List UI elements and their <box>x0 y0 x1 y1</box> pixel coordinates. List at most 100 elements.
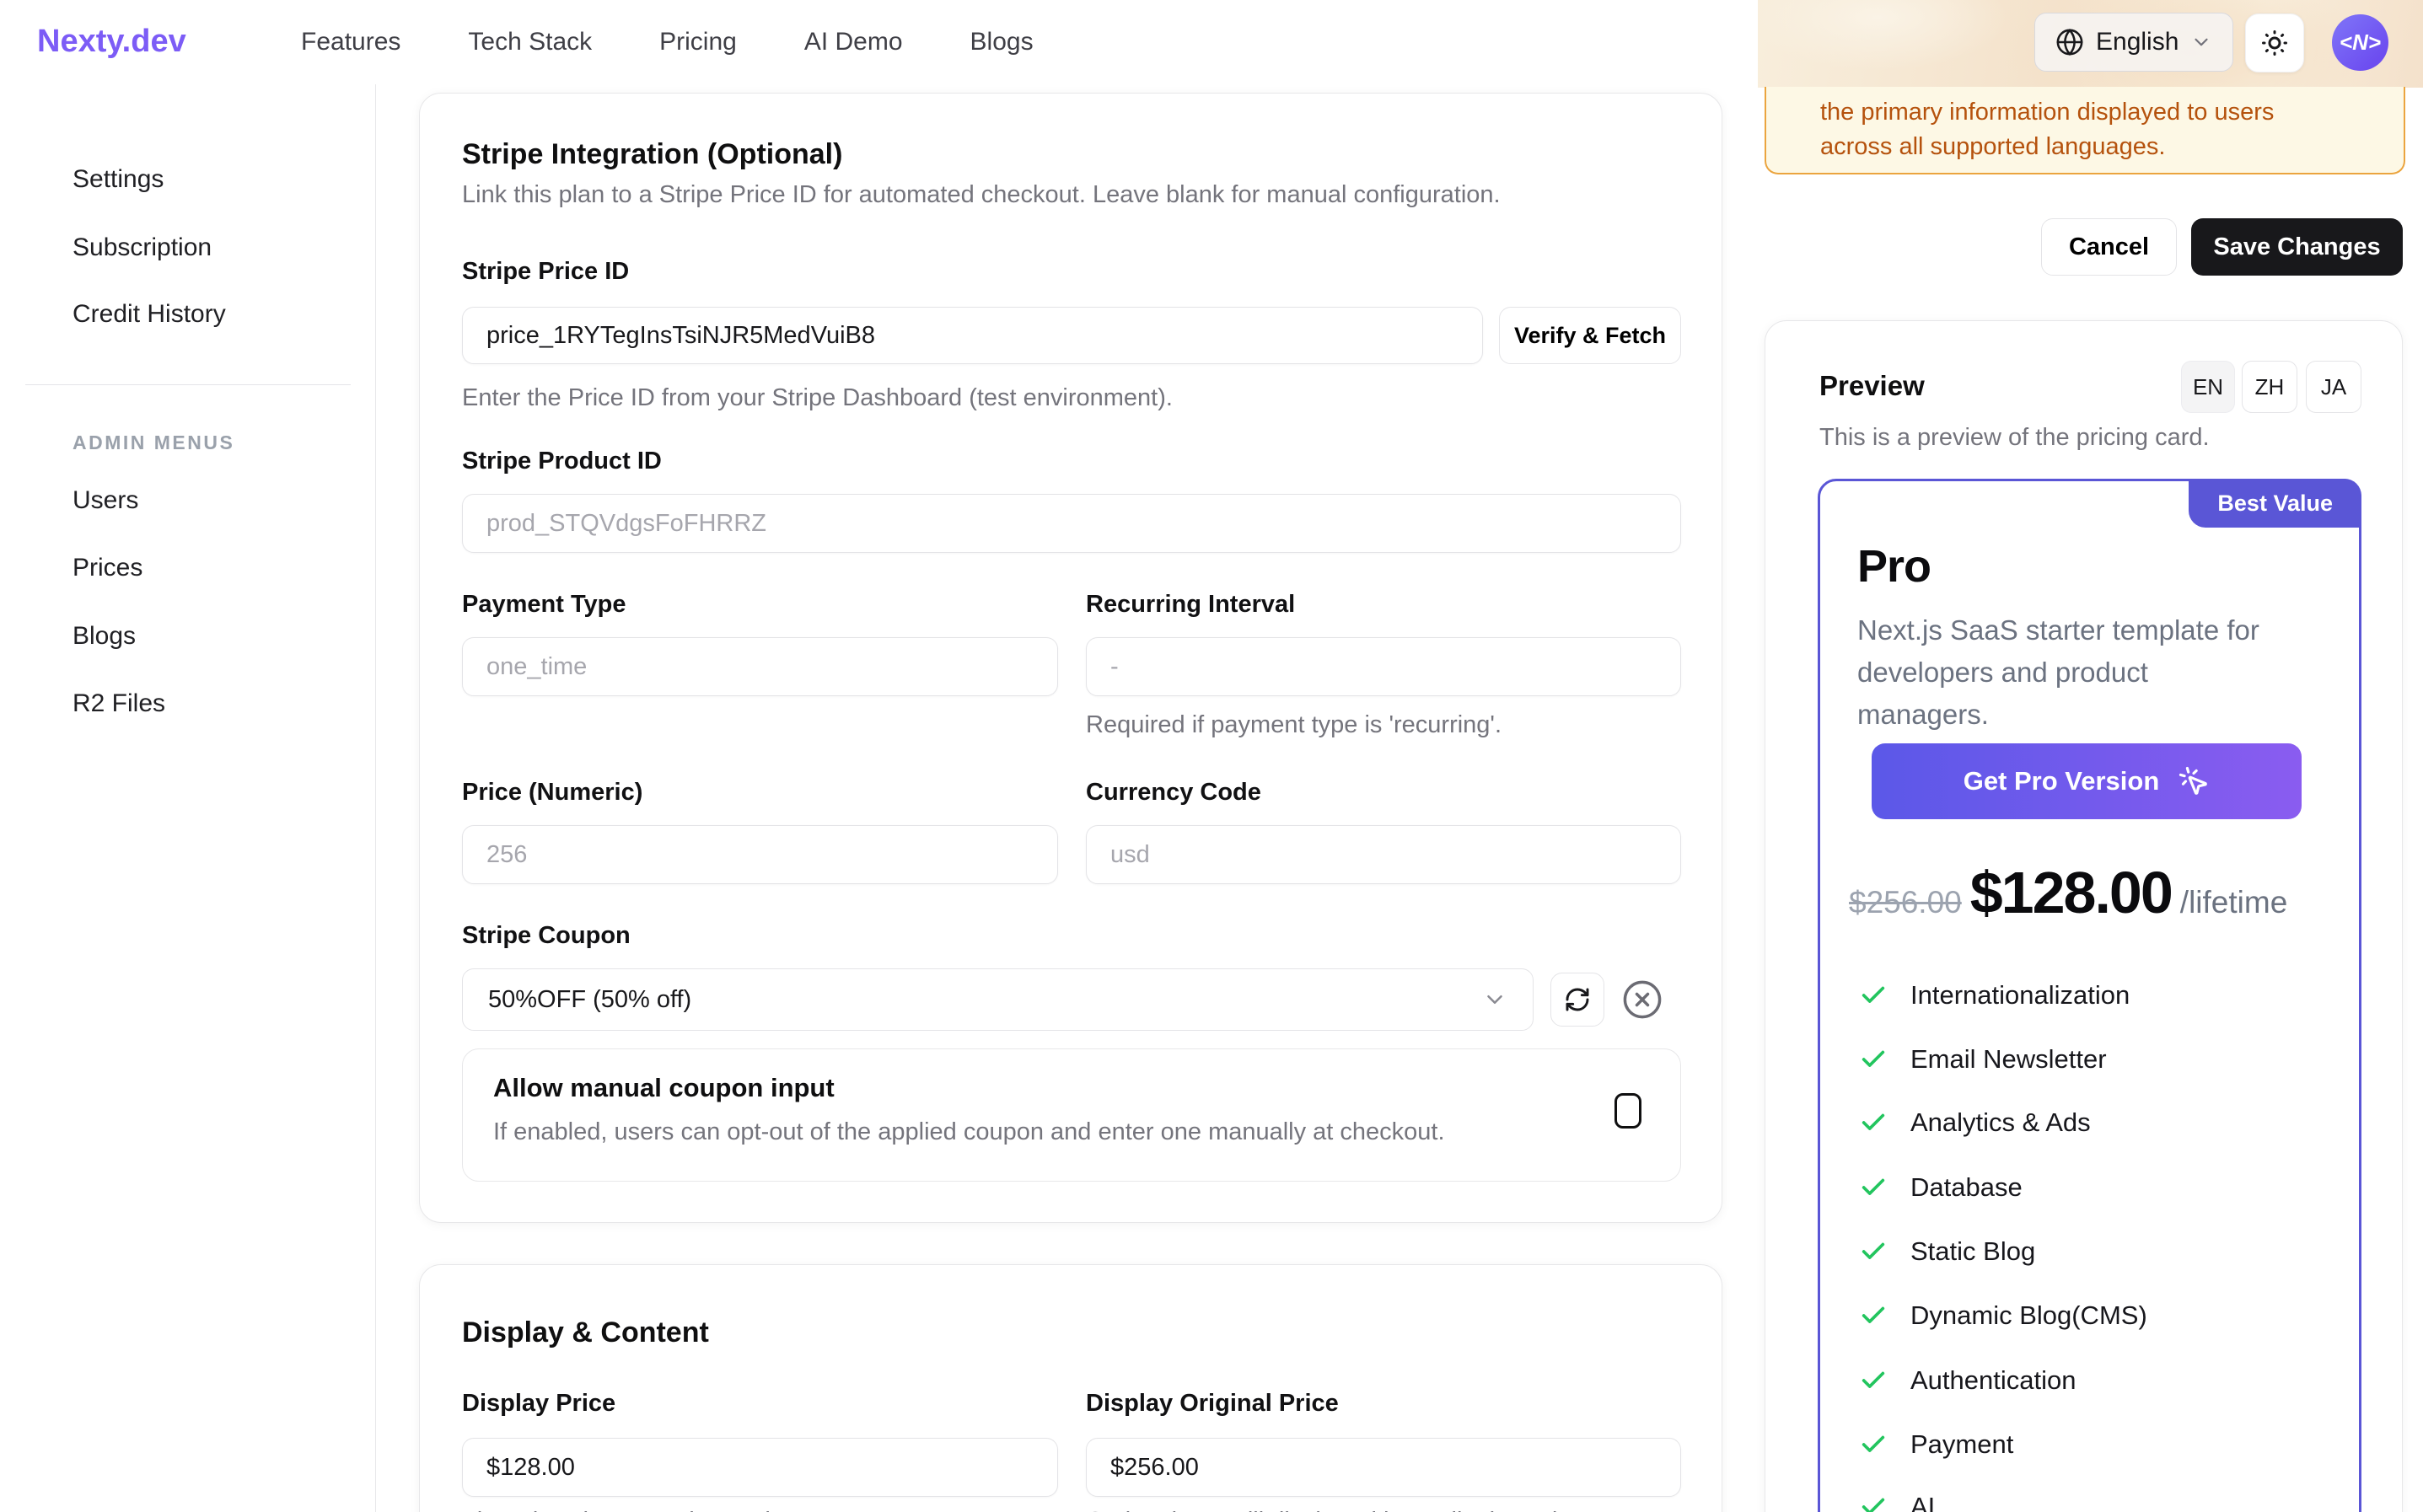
price-row: $256.00 $128.00 /lifetime <box>1849 859 2360 926</box>
manual-coupon-box: Allow manual coupon input If enabled, us… <box>462 1048 1681 1182</box>
theme-toggle-button[interactable] <box>2245 13 2304 72</box>
manual-coupon-title: Allow manual coupon input <box>493 1073 835 1103</box>
stripe-price-id-input[interactable] <box>462 307 1483 364</box>
stripe-section-title: Stripe Integration (Optional) <box>462 137 842 171</box>
top-navbar: Nexty.dev Features Tech Stack Pricing AI… <box>0 0 2423 84</box>
feature-item: AI <box>1859 1490 1935 1512</box>
x-circle-icon <box>1620 978 1664 1021</box>
feature-item: Payment <box>1859 1428 2013 1461</box>
plan-description-line-1: Next.js SaaS starter template for <box>1857 609 2346 651</box>
display-price-input[interactable] <box>462 1438 1058 1497</box>
feature-item: Static Blog <box>1859 1235 2035 1268</box>
feature-item: Email Newsletter <box>1859 1043 2107 1076</box>
app-screen: the primary information displayed to use… <box>0 0 2423 1512</box>
feature-item: Dynamic Blog(CMS) <box>1859 1299 2147 1332</box>
feature-label: Email Newsletter <box>1910 1044 2107 1075</box>
stripe-section-subtitle: Link this plan to a Stripe Price ID for … <box>462 178 1501 212</box>
payment-type-input[interactable] <box>462 637 1058 696</box>
chevron-down-icon <box>1482 987 1507 1012</box>
display-section-title: Display & Content <box>462 1316 709 1349</box>
currency-code-input[interactable] <box>1086 825 1681 884</box>
preview-lang-tab-ja[interactable]: JA <box>2306 361 2361 413</box>
sidebar: Settings Subscription Credit History ADM… <box>0 84 376 1512</box>
display-price-helper: The price shown on the card. <box>462 1508 777 1512</box>
recurring-interval-input[interactable] <box>1086 637 1681 696</box>
localization-warning-banner: the primary information displayed to use… <box>1765 87 2405 174</box>
feature-label: Dynamic Blog(CMS) <box>1910 1300 2147 1331</box>
user-avatar[interactable]: <N> <box>2332 14 2388 71</box>
nav-item-pricing[interactable]: Pricing <box>659 28 737 56</box>
check-icon <box>1859 1045 1888 1074</box>
nav-item-features[interactable]: Features <box>301 28 400 56</box>
check-icon <box>1859 1301 1888 1330</box>
chevron-down-icon <box>2190 31 2212 53</box>
feature-label: Payment <box>1910 1429 2013 1460</box>
get-pro-version-button[interactable]: Get Pro Version <box>1872 743 2302 819</box>
stripe-price-id-helper: Enter the Price ID from your Stripe Dash… <box>462 384 1173 412</box>
preview-panel: Preview EN ZH JA This is a preview of th… <box>1765 320 2403 1512</box>
sidebar-item-r2-files[interactable]: R2 Files <box>73 689 165 718</box>
sun-icon <box>2259 28 2290 58</box>
check-icon <box>1859 1430 1888 1459</box>
verify-fetch-button[interactable]: Verify & Fetch <box>1499 307 1681 364</box>
sidebar-item-blogs[interactable]: Blogs <box>73 622 136 651</box>
pricing-card-preview: Best Value Pro Next.js SaaS starter temp… <box>1818 479 2361 1512</box>
clear-coupon-button[interactable] <box>1617 974 1668 1025</box>
manual-coupon-checkbox[interactable] <box>1614 1093 1641 1129</box>
cancel-button[interactable]: Cancel <box>2041 218 2177 276</box>
price-numeric-input[interactable] <box>462 825 1058 884</box>
currency-code-label: Currency Code <box>1086 779 1261 807</box>
feature-label: Internationalization <box>1910 980 2130 1011</box>
nav-item-blogs[interactable]: Blogs <box>970 28 1034 56</box>
check-icon <box>1859 1108 1888 1137</box>
feature-item: Internationalization <box>1859 979 2130 1012</box>
logo[interactable]: Nexty.dev <box>37 24 186 60</box>
warning-line-2: across all supported languages. <box>1820 130 2387 164</box>
price-numeric-label: Price (Numeric) <box>462 779 642 807</box>
check-icon <box>1859 1366 1888 1395</box>
preview-lang-tab-en[interactable]: EN <box>2181 361 2235 413</box>
feature-label: Authentication <box>1910 1365 2076 1396</box>
language-label: English <box>2096 28 2179 56</box>
plan-description-line-3: managers. <box>1857 694 2346 736</box>
warning-line-1: the primary information displayed to use… <box>1820 95 2387 130</box>
refresh-coupons-button[interactable] <box>1550 973 1604 1027</box>
feature-label: AI <box>1910 1492 1935 1512</box>
sidebar-item-credit-history[interactable]: Credit History <box>73 300 226 329</box>
feature-item: Analytics & Ads <box>1859 1106 2091 1139</box>
sidebar-item-subscription[interactable]: Subscription <box>73 233 212 262</box>
sidebar-item-settings[interactable]: Settings <box>73 165 164 194</box>
display-original-price-input[interactable] <box>1086 1438 1681 1497</box>
check-icon <box>1859 981 1888 1010</box>
sidebar-item-prices[interactable]: Prices <box>73 554 142 582</box>
plan-name: Pro <box>1857 540 1931 592</box>
preview-lang-tab-zh[interactable]: ZH <box>2242 361 2297 413</box>
payment-type-label: Payment Type <box>462 591 626 619</box>
plan-description: Next.js SaaS starter template for develo… <box>1857 609 2346 736</box>
save-changes-button[interactable]: Save Changes <box>2191 218 2403 276</box>
check-icon <box>1859 1493 1888 1512</box>
display-content-card: Display & Content Display Price Display … <box>419 1264 1722 1512</box>
check-icon <box>1859 1237 1888 1266</box>
feature-item: Database <box>1859 1171 2023 1204</box>
coupon-select[interactable]: 50%OFF (50% off) <box>462 968 1534 1031</box>
plan-description-line-2: developers and product <box>1857 651 2346 694</box>
stripe-product-id-input[interactable] <box>462 494 1681 553</box>
language-selector[interactable]: English <box>2034 13 2233 72</box>
nav-item-ai-demo[interactable]: AI Demo <box>804 28 903 56</box>
coupon-selected-value: 50%OFF (50% off) <box>488 986 691 1014</box>
feature-item: Authentication <box>1859 1364 2076 1397</box>
sidebar-item-users[interactable]: Users <box>73 486 138 515</box>
check-icon <box>1859 1173 1888 1202</box>
nav-item-tech-stack[interactable]: Tech Stack <box>468 28 592 56</box>
globe-icon <box>2055 28 2084 56</box>
price-interval: /lifetime <box>2180 885 2287 920</box>
feature-label: Database <box>1910 1172 2023 1203</box>
recurring-interval-label: Recurring Interval <box>1086 591 1295 619</box>
preview-description: This is a preview of the pricing card. <box>1819 424 2210 452</box>
feature-label: Static Blog <box>1910 1236 2035 1267</box>
feature-label: Analytics & Ads <box>1910 1107 2091 1138</box>
sidebar-section-label: ADMIN MENUS <box>73 432 234 454</box>
display-original-price-helper: Optional text will display with a strike… <box>1086 1508 1572 1512</box>
avatar-initials: <N> <box>2340 29 2381 56</box>
